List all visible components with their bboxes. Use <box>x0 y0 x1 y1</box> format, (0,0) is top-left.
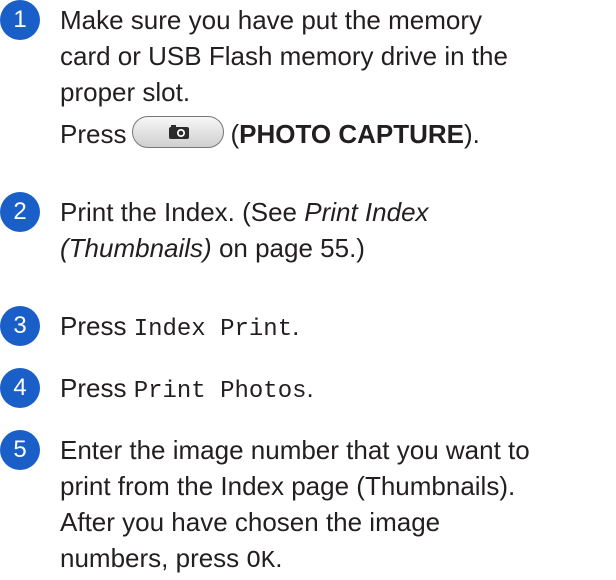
step-line: proper slot. <box>60 77 191 107</box>
page-reference: on page 55.) <box>211 233 365 263</box>
camera-icon <box>169 125 190 139</box>
open-paren: ( <box>230 119 240 149</box>
photo-capture-button[interactable] <box>132 116 225 148</box>
step-text-plain: Print the Index. (See <box>60 197 305 227</box>
step-number-badge: 4 <box>0 368 40 408</box>
step-line: Press Print Photos. <box>60 370 616 410</box>
punctuation: . <box>292 311 300 341</box>
close-paren: ). <box>464 119 480 149</box>
press-photo-capture-line: Press (PHOTO CAPTURE). <box>60 116 616 152</box>
cross-reference-link[interactable]: (Thumbnails) <box>60 233 212 263</box>
step-number-badge: 5 <box>0 430 40 470</box>
step-text: Enter the image number that you want to … <box>60 432 616 580</box>
press-label: Press <box>60 373 134 403</box>
punctuation: . <box>275 543 283 573</box>
photo-capture-label: PHOTO CAPTURE <box>239 119 465 149</box>
step-line: After you have chosen the image <box>60 507 441 537</box>
lcd-command: OK <box>246 548 276 575</box>
step-number-badge: 1 <box>0 0 40 40</box>
step-line: Enter the image number that you want to <box>60 435 530 465</box>
step-text: Print the Index. (See Print Index (Thumb… <box>60 194 616 266</box>
step-number-badge: 2 <box>0 192 40 232</box>
step-line: Make sure you have put the memory <box>60 5 482 35</box>
step-line: numbers, press OK. <box>60 540 616 580</box>
step-number-badge: 3 <box>0 306 40 346</box>
step-line: Press Index Print. <box>60 308 616 348</box>
step-text: Press Index Print. <box>60 308 616 348</box>
step-text-plain: numbers, press <box>60 543 247 573</box>
step-line: print from the Index page (Thumbnails). <box>60 471 516 501</box>
press-label: Press <box>60 311 134 341</box>
lcd-command: Print Photos <box>133 378 307 405</box>
step-text: Press Print Photos. <box>60 370 616 410</box>
step-line: (Thumbnails) on page 55.) <box>60 230 616 266</box>
lcd-command: Index Print <box>133 316 293 343</box>
step-text: Make sure you have put the memory card o… <box>60 2 616 152</box>
cross-reference-link[interactable]: Print Index <box>304 197 428 227</box>
press-label: Press <box>60 119 127 149</box>
step-line: Print the Index. (See Print Index <box>60 194 616 230</box>
step-line: card or USB Flash memory drive in the <box>60 41 508 71</box>
punctuation: . <box>306 373 314 403</box>
